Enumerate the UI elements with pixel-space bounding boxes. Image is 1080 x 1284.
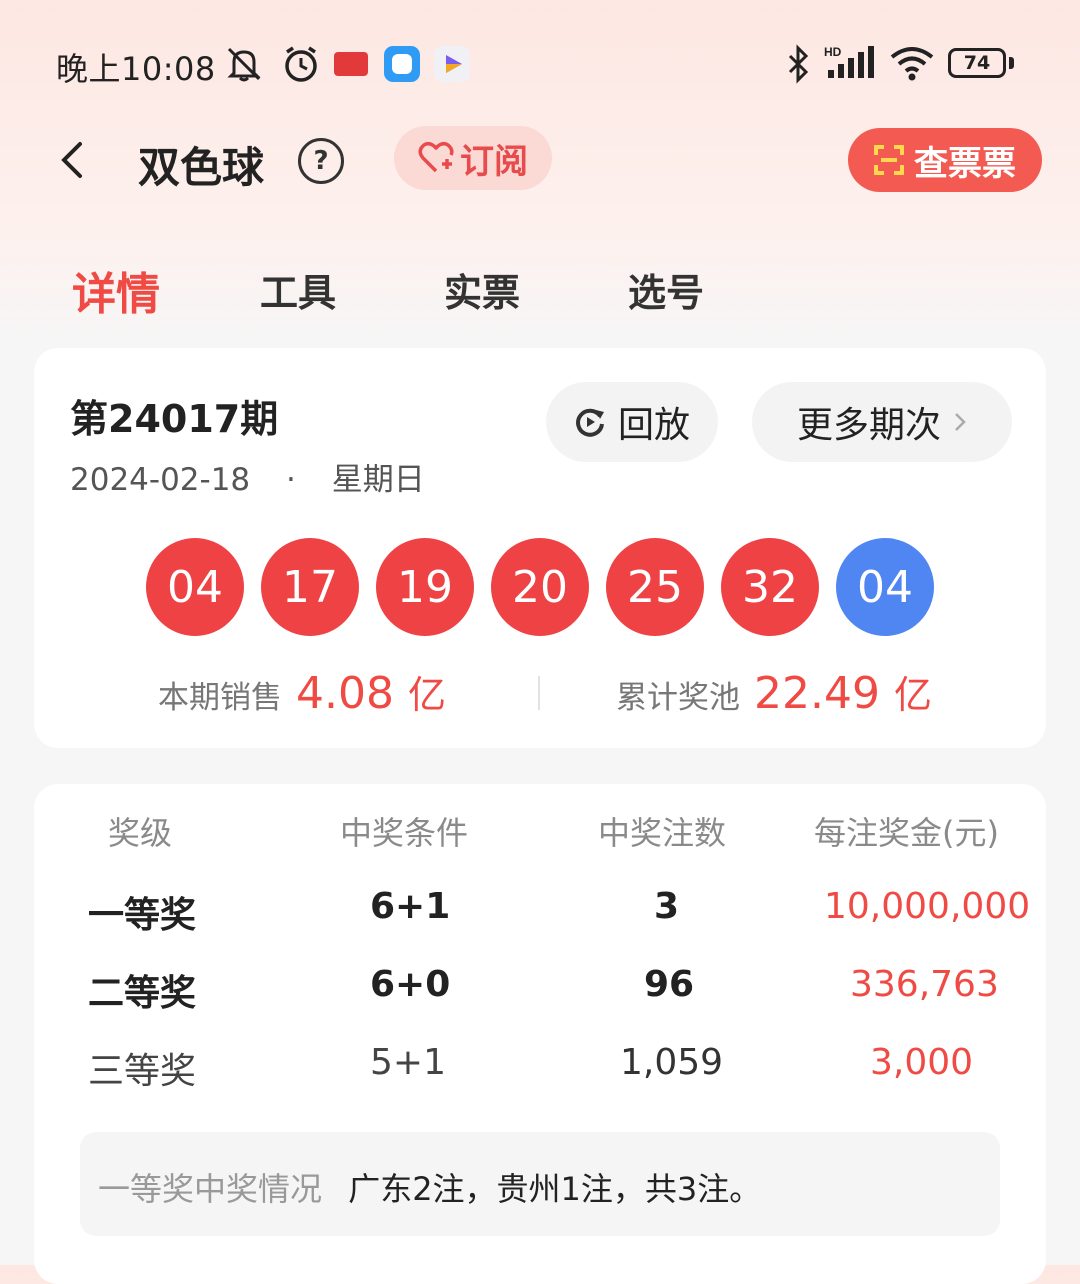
draw-date: 2024-02-18 bbox=[70, 462, 251, 498]
prize-level: 一等奖 bbox=[88, 895, 197, 936]
tab-details[interactable]: 详情 bbox=[72, 258, 160, 322]
chevron-left-icon bbox=[61, 142, 82, 178]
prize-amount: 3,000 bbox=[870, 1042, 974, 1083]
back-button[interactable] bbox=[54, 140, 94, 180]
more-issues-button[interactable]: 更多期次 bbox=[752, 382, 1012, 462]
prize-amount: 10,000,000 bbox=[824, 886, 1031, 927]
status-time: 晚上10:08 bbox=[56, 50, 216, 88]
prize-condition: 6+1 bbox=[370, 886, 451, 927]
sales-info: 本期销售 4.08 亿 bbox=[158, 664, 446, 719]
battery-tip bbox=[1009, 57, 1014, 69]
prize-count: 96 bbox=[644, 964, 695, 1005]
tab-pick-numbers[interactable]: 选号 bbox=[628, 262, 704, 317]
table-header: 每注奖金(元) bbox=[814, 814, 999, 852]
pool-unit: 亿 bbox=[893, 673, 932, 717]
mute-bell-icon bbox=[222, 44, 266, 84]
prize-count: 3 bbox=[654, 886, 680, 927]
replay-button[interactable]: 回放 bbox=[546, 382, 718, 462]
tab-tools[interactable]: 工具 bbox=[260, 262, 336, 317]
table-header: 中奖注数 bbox=[598, 814, 727, 852]
sales-unit: 亿 bbox=[407, 673, 446, 717]
replay-icon bbox=[576, 408, 604, 437]
sales-value: 4.08 bbox=[296, 668, 394, 719]
subscribe-button[interactable]: 订阅 bbox=[394, 126, 552, 190]
red-ball: 25 bbox=[606, 538, 704, 636]
note-content: 广东2注，贵州1注，共3注。 bbox=[348, 1170, 762, 1208]
prize-condition: 6+0 bbox=[370, 964, 451, 1005]
issue-number: 第24017期 bbox=[70, 397, 279, 441]
red-ball: 20 bbox=[491, 538, 589, 636]
draw-date-line: 2024-02-18 · 星期日 bbox=[70, 454, 425, 499]
bluetooth-icon bbox=[784, 42, 814, 86]
red-ball: 17 bbox=[261, 538, 359, 636]
sales-label: 本期销售 bbox=[158, 680, 282, 716]
red-ball: 04 bbox=[146, 538, 244, 636]
red-ball: 32 bbox=[721, 538, 819, 636]
blue-app-icon bbox=[384, 46, 420, 82]
replay-label: 回放 bbox=[617, 405, 690, 446]
red-ball: 19 bbox=[376, 538, 474, 636]
prize-level: 二等奖 bbox=[88, 973, 197, 1014]
pool-value: 22.49 bbox=[754, 668, 880, 719]
prize-level: 三等奖 bbox=[88, 1051, 197, 1092]
chevron-right-icon bbox=[955, 413, 966, 431]
subscribe-label: 订阅 bbox=[460, 141, 528, 182]
draw-weekday: 星期日 bbox=[331, 462, 425, 498]
date-separator: · bbox=[286, 462, 296, 498]
wifi-icon bbox=[888, 44, 936, 84]
pool-label: 累计奖池 bbox=[616, 680, 740, 716]
note-label: 一等奖中奖情况 bbox=[98, 1170, 323, 1208]
tab-real-tickets[interactable]: 实票 bbox=[444, 262, 520, 317]
page-title: 双色球 bbox=[138, 143, 265, 192]
toutiao-app-icon bbox=[334, 52, 368, 76]
check-ticket-label: 查票票 bbox=[914, 143, 1016, 184]
svg-text:HD: HD bbox=[824, 45, 842, 59]
battery-indicator: 74 bbox=[948, 48, 1006, 78]
prize-count: 1,059 bbox=[620, 1042, 724, 1083]
prize-condition: 5+1 bbox=[370, 1042, 446, 1083]
alarm-icon bbox=[280, 44, 322, 84]
blue-ball: 04 bbox=[836, 538, 934, 636]
divider bbox=[538, 676, 540, 710]
check-ticket-button[interactable]: 查票票 bbox=[848, 128, 1042, 192]
scan-icon bbox=[874, 145, 904, 175]
first-prize-note-text: 一等奖中奖情况 广东2注，贵州1注，共3注。 bbox=[98, 1164, 761, 1210]
hd-signal-icon: HD bbox=[824, 44, 878, 84]
video-app-icon bbox=[434, 46, 470, 82]
prize-amount: 336,763 bbox=[850, 964, 999, 1005]
table-header: 奖级 bbox=[108, 814, 173, 852]
more-issues-label: 更多期次 bbox=[796, 405, 941, 446]
help-icon[interactable]: ? bbox=[298, 138, 344, 184]
table-header: 中奖条件 bbox=[340, 814, 469, 852]
heart-plus-icon bbox=[418, 142, 454, 173]
pool-info: 累计奖池 22.49 亿 bbox=[616, 664, 932, 719]
